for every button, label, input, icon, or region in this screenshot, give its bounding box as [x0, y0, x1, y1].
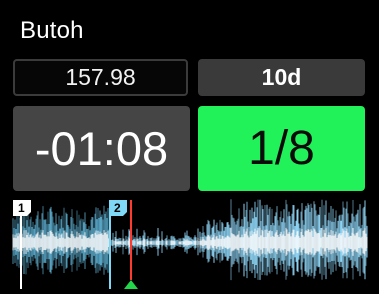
loop-size-button[interactable]: 1/8	[198, 106, 365, 191]
bpm-display[interactable]: 157.98	[13, 59, 188, 96]
loop-size-value: 1/8	[248, 122, 315, 175]
cue-label-2: 2	[114, 201, 121, 215]
beatjump-display[interactable]: 10d	[198, 59, 365, 96]
waveform-peaks	[12, 199, 368, 281]
waveform[interactable]: 1 2	[0, 194, 379, 289]
track-title: Butoh	[20, 17, 84, 44]
playhead-triangle-icon	[124, 280, 138, 289]
cue-label-1: 1	[18, 201, 25, 215]
bpm-value: 157.98	[65, 64, 136, 90]
beatjump-value: 10d	[261, 64, 302, 90]
time-remaining-display[interactable]: -01:08	[13, 106, 190, 191]
waveform-canvas[interactable]: 1 2	[0, 194, 379, 289]
time-remaining-value: -01:08	[34, 122, 169, 175]
